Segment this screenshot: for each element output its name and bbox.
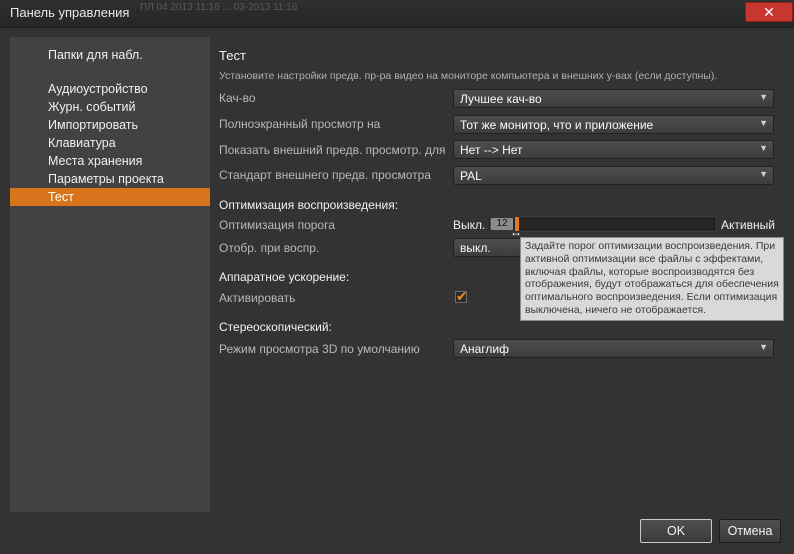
quality-label: Кач-во — [219, 91, 256, 105]
hw-activate-checkbox[interactable]: ✔ — [455, 288, 468, 304]
close-icon: ✕ — [763, 4, 775, 20]
sidebar-item-test[interactable]: Тест — [10, 188, 210, 206]
sidebar-item-project-settings[interactable]: Параметры проекта — [10, 170, 210, 188]
stereo-mode-select[interactable]: Анаглиф ▼ — [453, 339, 774, 358]
sidebar: Папки для набл. Аудиоустройство Журн. со… — [10, 37, 210, 512]
external-preview-select[interactable]: Нет --> Нет ▼ — [453, 140, 774, 159]
fullscreen-select[interactable]: Тот же монитор, что и приложение ▼ — [453, 115, 774, 134]
close-button[interactable]: ✕ — [745, 2, 793, 22]
threshold-tooltip: Задайте порог оптимизации воспроизведени… — [520, 237, 784, 321]
settings-panel: Тест Установите настройки предв. пр-ра в… — [210, 37, 784, 512]
stereo-mode-value: Анаглиф — [460, 342, 509, 356]
background-ghost-text: ПЛ 04 2013 11:16 ... 03-2013 11:16 — [140, 2, 298, 13]
chevron-down-icon: ▼ — [759, 169, 768, 179]
stereoscopic-heading: Стереоскопический: — [219, 320, 332, 334]
sidebar-item-audio-device[interactable]: Аудиоустройство — [10, 80, 210, 98]
hw-activate-label: Активировать — [219, 291, 296, 305]
chevron-down-icon: ▼ — [759, 342, 768, 352]
external-preview-label: Показать внешний предв. просмотр. для — [219, 143, 446, 157]
fullscreen-value: Тот же монитор, что и приложение — [460, 118, 654, 132]
title-bar[interactable]: Панель управления ПЛ 04 2013 11:16 ... 0… — [0, 0, 794, 28]
external-standard-label: Стандарт внешнего предв. просмотра — [219, 168, 431, 182]
threshold-max-label: Активный — [721, 218, 775, 232]
external-standard-value: PAL — [460, 169, 482, 183]
window-title: Панель управления — [10, 5, 130, 20]
checkmark-icon: ✔ — [456, 288, 468, 304]
display-playback-value: выкл. — [460, 241, 491, 255]
quality-select[interactable]: Лучшее кач-во ▼ — [453, 89, 774, 108]
cancel-button[interactable]: Отмена — [719, 519, 781, 543]
playback-optimization-heading: Оптимизация воспроизведения: — [219, 198, 399, 212]
stereo-mode-label: Режим просмотра 3D по умолчанию — [219, 342, 420, 356]
threshold-slider[interactable] — [489, 218, 715, 230]
sidebar-item-storage-locations[interactable]: Места хранения — [10, 152, 210, 170]
chevron-down-icon: ▼ — [759, 118, 768, 128]
chevron-down-icon: ▼ — [759, 143, 768, 153]
sidebar-item-keyboard[interactable]: Клавиатура — [10, 134, 210, 152]
ok-button[interactable]: OK — [640, 519, 712, 543]
sidebar-item-watch-folders[interactable]: Папки для набл. — [10, 46, 210, 64]
external-preview-value: Нет --> Нет — [460, 143, 523, 157]
page-title: Тест — [219, 48, 246, 63]
hw-acceleration-heading: Аппаратное ускорение: — [219, 270, 350, 284]
sidebar-item-event-log[interactable]: Журн. событий — [10, 98, 210, 116]
control-panel-window: Панель управления ПЛ 04 2013 11:16 ... 0… — [0, 0, 794, 554]
page-description: Установите настройки предв. пр-ра видео … — [219, 70, 718, 82]
fullscreen-label: Полноэкранный просмотр на — [219, 117, 381, 131]
quality-value: Лучшее кач-во — [460, 92, 542, 106]
chevron-down-icon: ▼ — [759, 92, 768, 102]
threshold-min-label: Выкл. — [453, 218, 486, 232]
threshold-label: Оптимизация порога — [219, 218, 335, 232]
display-playback-select[interactable]: выкл. — [453, 238, 523, 257]
external-standard-select[interactable]: PAL ▼ — [453, 166, 774, 185]
sidebar-item-import[interactable]: Импортировать — [10, 116, 210, 134]
display-playback-label: Отобр. при воспр. — [219, 241, 320, 255]
